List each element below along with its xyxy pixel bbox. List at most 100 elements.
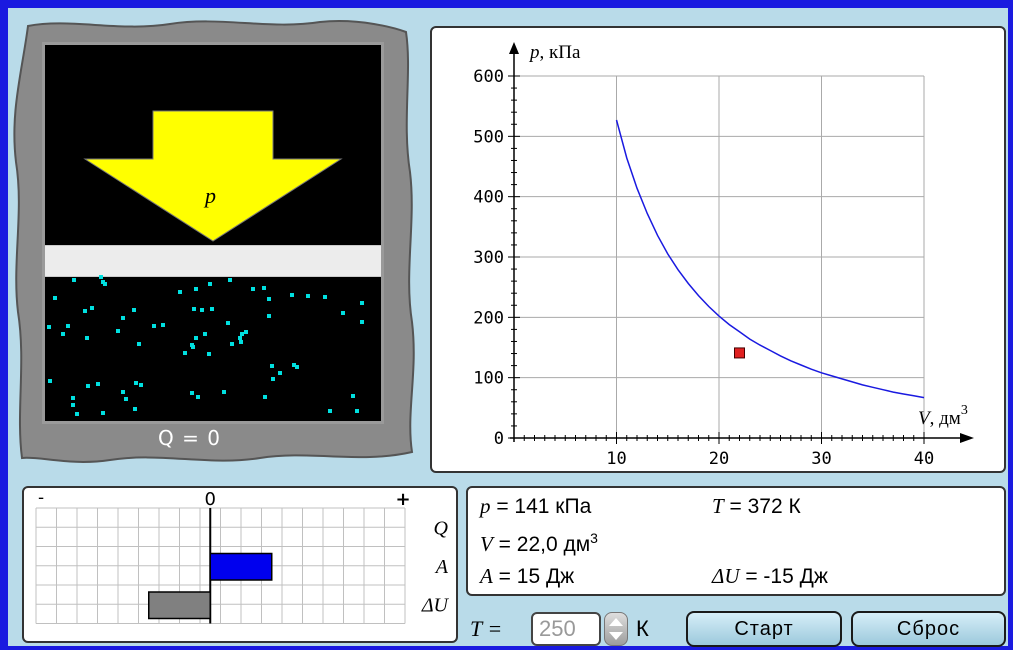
energy-row-label: ΔU [421,594,450,616]
gas-molecule [271,377,275,381]
energy-bar [148,591,211,620]
gas-molecule [267,314,271,318]
gas-molecule [161,323,165,327]
gas-molecule [228,278,232,282]
gas-molecule [90,306,94,310]
gas-molecule [192,307,196,311]
gas-molecule [71,403,75,407]
gas-molecule [230,342,234,346]
y-tick-label: 500 [473,127,504,147]
gas-molecule [116,329,120,333]
pv-chart: 0 100 200 300 400 500 600 10 20 30 40 p, кПа V, дм3 [473,42,974,469]
temperature-spinner[interactable] [604,612,628,646]
gas-molecule [263,395,267,399]
y-tick-label: 300 [473,248,504,268]
gas-molecule [292,363,296,367]
gas-molecule [66,324,70,328]
gas-molecule [270,364,274,368]
gas-molecule [85,336,89,340]
gas-molecule [133,407,137,411]
pv-graph-panel: 0 100 200 300 400 500 600 10 20 30 40 p, кПа V, дм3 [430,26,1006,473]
y-tick-label: 400 [473,188,504,208]
gas-molecule [139,383,143,387]
scale-plus-label: + [395,489,410,510]
scale-minus-label: - [38,488,44,508]
gas-molecule [323,295,327,299]
y-axis-arrow-icon [509,42,519,54]
gas-molecule [194,336,198,340]
readout-panel: p = 141 кПа T = 372 К V = 22,0 дм3 A = 1… [466,486,1006,596]
gas-molecule [328,409,332,413]
y-tick-label: 600 [473,67,504,87]
volume-readout: V = 22,0 дм3 [480,530,598,556]
gas-molecule [48,379,52,383]
gas-molecule [355,409,359,413]
pressure-arrow-label: p [203,183,216,208]
energy-row-label: A [434,556,449,578]
gas-molecule [251,287,255,291]
gas-molecule [71,396,75,400]
gas-cylinder: p [42,42,384,424]
gas-molecule [351,394,355,398]
start-button[interactable]: Старт [686,611,842,647]
gas-molecule [208,282,212,286]
gas-molecule [83,309,87,313]
temperature-input-label: T = [470,616,503,641]
gas-molecule [152,324,156,328]
gas-molecule [53,296,57,300]
energy-bar [209,552,273,581]
gas-molecule [244,330,248,334]
gas-molecule [124,397,128,401]
spin-down-icon[interactable] [609,632,623,640]
simulation-window: p Q = 0 0 100 200 300 400 500 600 10 20 30 40 p, кП… [8,8,1008,647]
pressure-readout: p = 141 кПа [480,494,592,518]
energy-bars: - 0 + QA ΔU [35,488,450,624]
spin-up-icon[interactable] [609,618,623,626]
x-axis-arrow-icon [960,433,974,443]
internal-energy-readout: ΔU = -15 Дж [712,564,828,588]
gas-molecule [278,371,282,375]
gas-molecule [47,325,51,329]
gas-molecule [240,332,244,336]
x-tick-label: 30 [811,449,831,469]
energy-row-label: Q [434,517,449,539]
gas-molecule [239,340,243,344]
gas-molecule [121,390,125,394]
y-tick-label: 0 [494,429,504,449]
gas-molecule [183,351,187,355]
gas-molecule [178,290,182,294]
gas-molecule [61,332,65,336]
piston [45,245,381,277]
gas-molecule [134,381,138,385]
gas-molecule [203,332,207,336]
gas-molecule [190,343,194,347]
heat-label: Q = 0 [158,426,221,450]
gas-molecule [290,293,294,297]
isotherm-curve [615,119,925,399]
gas-molecule [262,286,266,290]
gas-molecule [96,382,100,386]
gas-molecule [341,311,345,315]
temperature-unit: К [636,616,649,641]
x-axis-label: V, дм3 [918,403,968,429]
gas-molecule [101,411,105,415]
gas-molecule [132,308,136,312]
gas-molecule [190,391,194,395]
gas-molecule [99,275,103,279]
reset-button[interactable]: Сброс [851,611,1006,647]
temperature-readout: T = 372 К [712,494,801,518]
x-tick-label: 10 [606,449,626,469]
temperature-input[interactable] [531,612,601,646]
gas-molecules [47,275,364,416]
y-tick-label: 200 [473,308,504,328]
gas-molecule [196,395,200,399]
gas-molecule [121,316,125,320]
gas-molecule [360,320,364,324]
scale-zero-label: 0 [205,489,216,510]
gas-molecule [75,412,79,416]
gas-molecule [267,297,271,301]
work-readout: A = 15 Дж [480,564,575,588]
gas-molecule [207,352,211,356]
gas-molecule [72,278,76,282]
gas-molecule [222,390,226,394]
